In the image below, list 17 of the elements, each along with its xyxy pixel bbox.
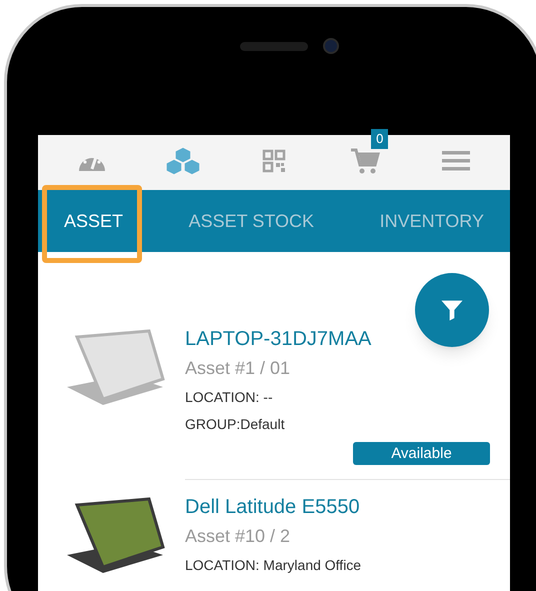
- asset-title[interactable]: LAPTOP-31DJ7MAA: [185, 324, 372, 354]
- cart-icon[interactable]: [350, 146, 380, 174]
- tab[interactable]: ASSET: [56, 200, 132, 242]
- tab[interactable]: INVENTORY: [372, 200, 492, 242]
- menu-icon[interactable]: [442, 150, 470, 172]
- asset-location: LOCATION: Maryland Office: [185, 556, 362, 575]
- cubes-icon[interactable]: [164, 146, 201, 176]
- asset-number: Asset #10 / 2: [185, 525, 290, 548]
- asset-location: LOCATION: --: [185, 388, 273, 407]
- asset-number: Asset #1 / 01: [185, 357, 290, 380]
- tab[interactable]: ASSET STOCK: [180, 200, 322, 242]
- status-badge: Available: [353, 442, 490, 465]
- qr-code-icon[interactable]: [262, 148, 286, 172]
- cart-count-badge: 0: [371, 128, 388, 148]
- asset-title[interactable]: Dell Latitude E5550: [185, 492, 360, 522]
- asset-group: GROUP:Default: [185, 411, 285, 438]
- speaker-slot: [240, 42, 308, 51]
